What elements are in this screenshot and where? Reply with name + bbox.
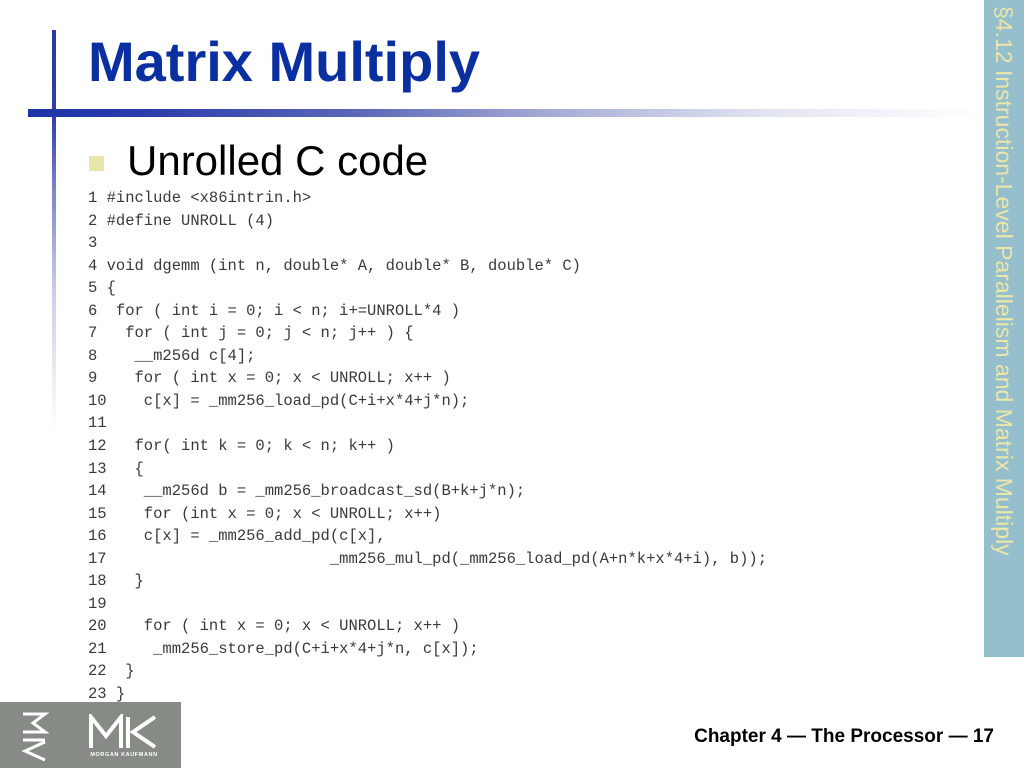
code-line: 7 for ( int j = 0; j < n; j++ ) { [88, 324, 414, 343]
code-line: 4 void dgemm (int n, double* A, double* … [88, 256, 581, 275]
section-label: §4.12 Instruction-Level Parallelism and … [991, 6, 1017, 556]
slide-title: Matrix Multiply [88, 30, 481, 93]
code-line: 5 { [88, 279, 116, 298]
title-vertical-accent-bar [52, 30, 56, 430]
code-listing: 1 #include <x86intrin.h> 2 #define UNROLL… [88, 187, 767, 706]
code-line: 20 for ( int x = 0; x < UNROLL; x++ ) [88, 617, 461, 636]
code-line: 11 [88, 414, 107, 433]
slide-footer: Chapter 4 — The Processor — 17 [694, 726, 994, 747]
publisher-logo: MORGAN KAUFMANN [0, 702, 181, 768]
mk-vertical-logo-icon [21, 712, 49, 762]
code-line: 2 #define UNROLL (4) [88, 211, 275, 230]
mk-logo-icon [89, 714, 157, 749]
code-line: 1 #include <x86intrin.h> [88, 189, 312, 207]
code-line: 16 c[x] = _mm256_add_pd(c[x], [88, 527, 386, 546]
bullet-text: Unrolled C code [127, 137, 429, 184]
publisher-name: MORGAN KAUFMANN [90, 752, 158, 758]
code-line: 22 } [88, 662, 135, 681]
code-line: 23 } [88, 685, 126, 704]
code-line: 13 { [88, 459, 144, 478]
code-line: 19 [88, 594, 107, 613]
code-line: 18 } [88, 572, 144, 591]
square-bullet-icon [89, 156, 104, 171]
code-line: 14 __m256d b = _mm256_broadcast_sd(B+k+j… [88, 482, 526, 501]
code-line: 3 [88, 234, 98, 253]
section-sidebar: §4.12 Instruction-Level Parallelism and … [984, 0, 1024, 657]
code-line: 6 for ( int i = 0; i < n; i+=UNROLL*4 ) [88, 301, 461, 320]
code-line: 17 _mm256_mul_pd(_mm256_load_pd(A+n*k+x*… [88, 549, 768, 568]
code-line: 12 for( int k = 0; k < n; k++ ) [88, 437, 395, 456]
code-line: 9 for ( int x = 0; x < UNROLL; x++ ) [88, 369, 451, 388]
code-line: 21 _mm256_store_pd(C+i+x*4+j*n, c[x]); [88, 639, 479, 658]
code-line: 8 __m256d c[4]; [88, 346, 256, 365]
code-line: 10 c[x] = _mm256_load_pd(C+i+x*4+j*n); [88, 391, 470, 410]
title-horizontal-rule [28, 109, 983, 117]
code-line: 15 for (int x = 0; x < UNROLL; x++) [88, 504, 442, 523]
